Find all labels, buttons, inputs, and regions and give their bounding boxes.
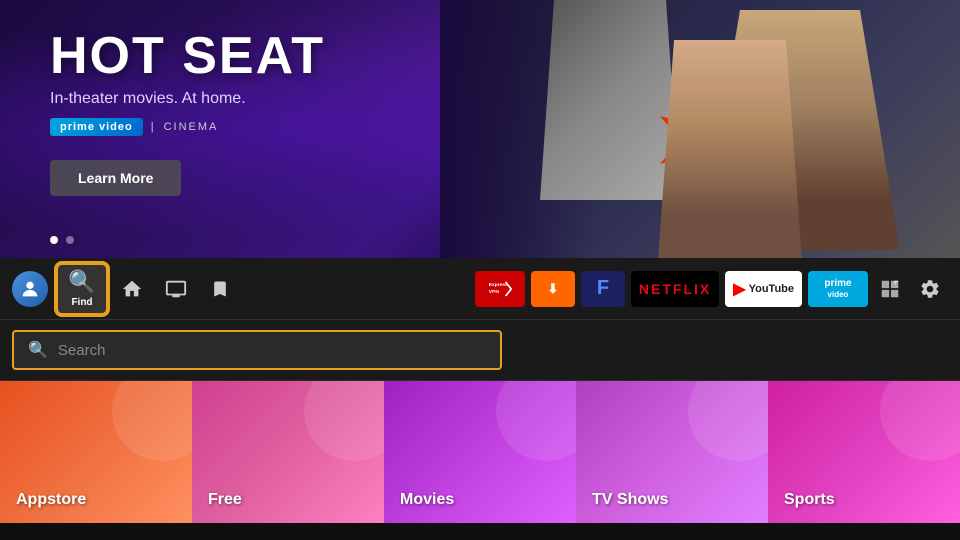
profile-icon[interactable] <box>12 271 48 307</box>
hero-dot-1[interactable] <box>50 236 58 244</box>
cinema-text: CINEMA <box>164 121 219 133</box>
search-placeholder: Search <box>58 342 106 359</box>
downloader-app-icon[interactable]: ⬇ <box>531 271 575 307</box>
search-bar-container: 🔍 Search <box>0 320 960 381</box>
f-app-icon[interactable]: F <box>581 271 625 307</box>
learn-more-button[interactable]: Learn More <box>50 160 181 196</box>
categories: Appstore Free Movies TV Shows Sports <box>0 381 960 523</box>
category-tvshows-label: TV Shows <box>592 491 668 509</box>
hero-banner: HOT SEAT In-theater movies. At home. pri… <box>0 0 960 258</box>
find-label: Find <box>71 297 92 308</box>
svg-text:VPN: VPN <box>489 289 500 295</box>
tv-button[interactable] <box>156 269 196 309</box>
search-icon: 🔍 <box>68 269 95 295</box>
hero-subtitle: In-theater movies. At home. <box>50 90 325 108</box>
grid-icon[interactable] <box>872 271 908 307</box>
expressvpn-app-icon[interactable]: Express VPN <box>475 271 525 307</box>
prime-video-logo: prime video <box>50 118 143 136</box>
cinema-label: | <box>151 121 156 133</box>
youtube-app-icon[interactable]: ▶ YouTube <box>725 271 802 307</box>
category-appstore[interactable]: Appstore <box>0 381 192 523</box>
bookmark-button[interactable] <box>200 269 240 309</box>
category-movies-label: Movies <box>400 491 454 509</box>
category-movies[interactable]: Movies <box>384 381 576 523</box>
hero-brand: prime video | CINEMA <box>50 118 325 136</box>
navbar: 🔍 Find Express VPN ⬇ F <box>0 258 960 320</box>
category-tvshows[interactable]: TV Shows <box>576 381 768 523</box>
category-sports[interactable]: Sports <box>768 381 960 523</box>
category-free[interactable]: Free <box>192 381 384 523</box>
settings-icon[interactable] <box>912 271 948 307</box>
hero-image <box>440 0 960 258</box>
netflix-app-icon[interactable]: NETFLIX <box>631 271 719 307</box>
svg-text:Express: Express <box>489 282 508 288</box>
category-free-label: Free <box>208 491 242 509</box>
find-button[interactable]: 🔍 Find <box>56 263 108 315</box>
hero-dot-2[interactable] <box>66 236 74 244</box>
category-appstore-label: Appstore <box>16 491 86 509</box>
hero-title: HOT SEAT <box>50 30 325 82</box>
home-button[interactable] <box>112 269 152 309</box>
category-sports-label: Sports <box>784 491 835 509</box>
hero-content: HOT SEAT In-theater movies. At home. pri… <box>50 30 325 196</box>
prime-video-app-icon[interactable]: prime video <box>808 271 868 307</box>
search-bar[interactable]: 🔍 Search <box>12 330 502 370</box>
hero-dots <box>50 236 74 244</box>
search-bar-icon: 🔍 <box>28 340 48 360</box>
app-icons: Express VPN ⬇ F NETFLIX ▶ YouTube prime … <box>475 271 868 307</box>
